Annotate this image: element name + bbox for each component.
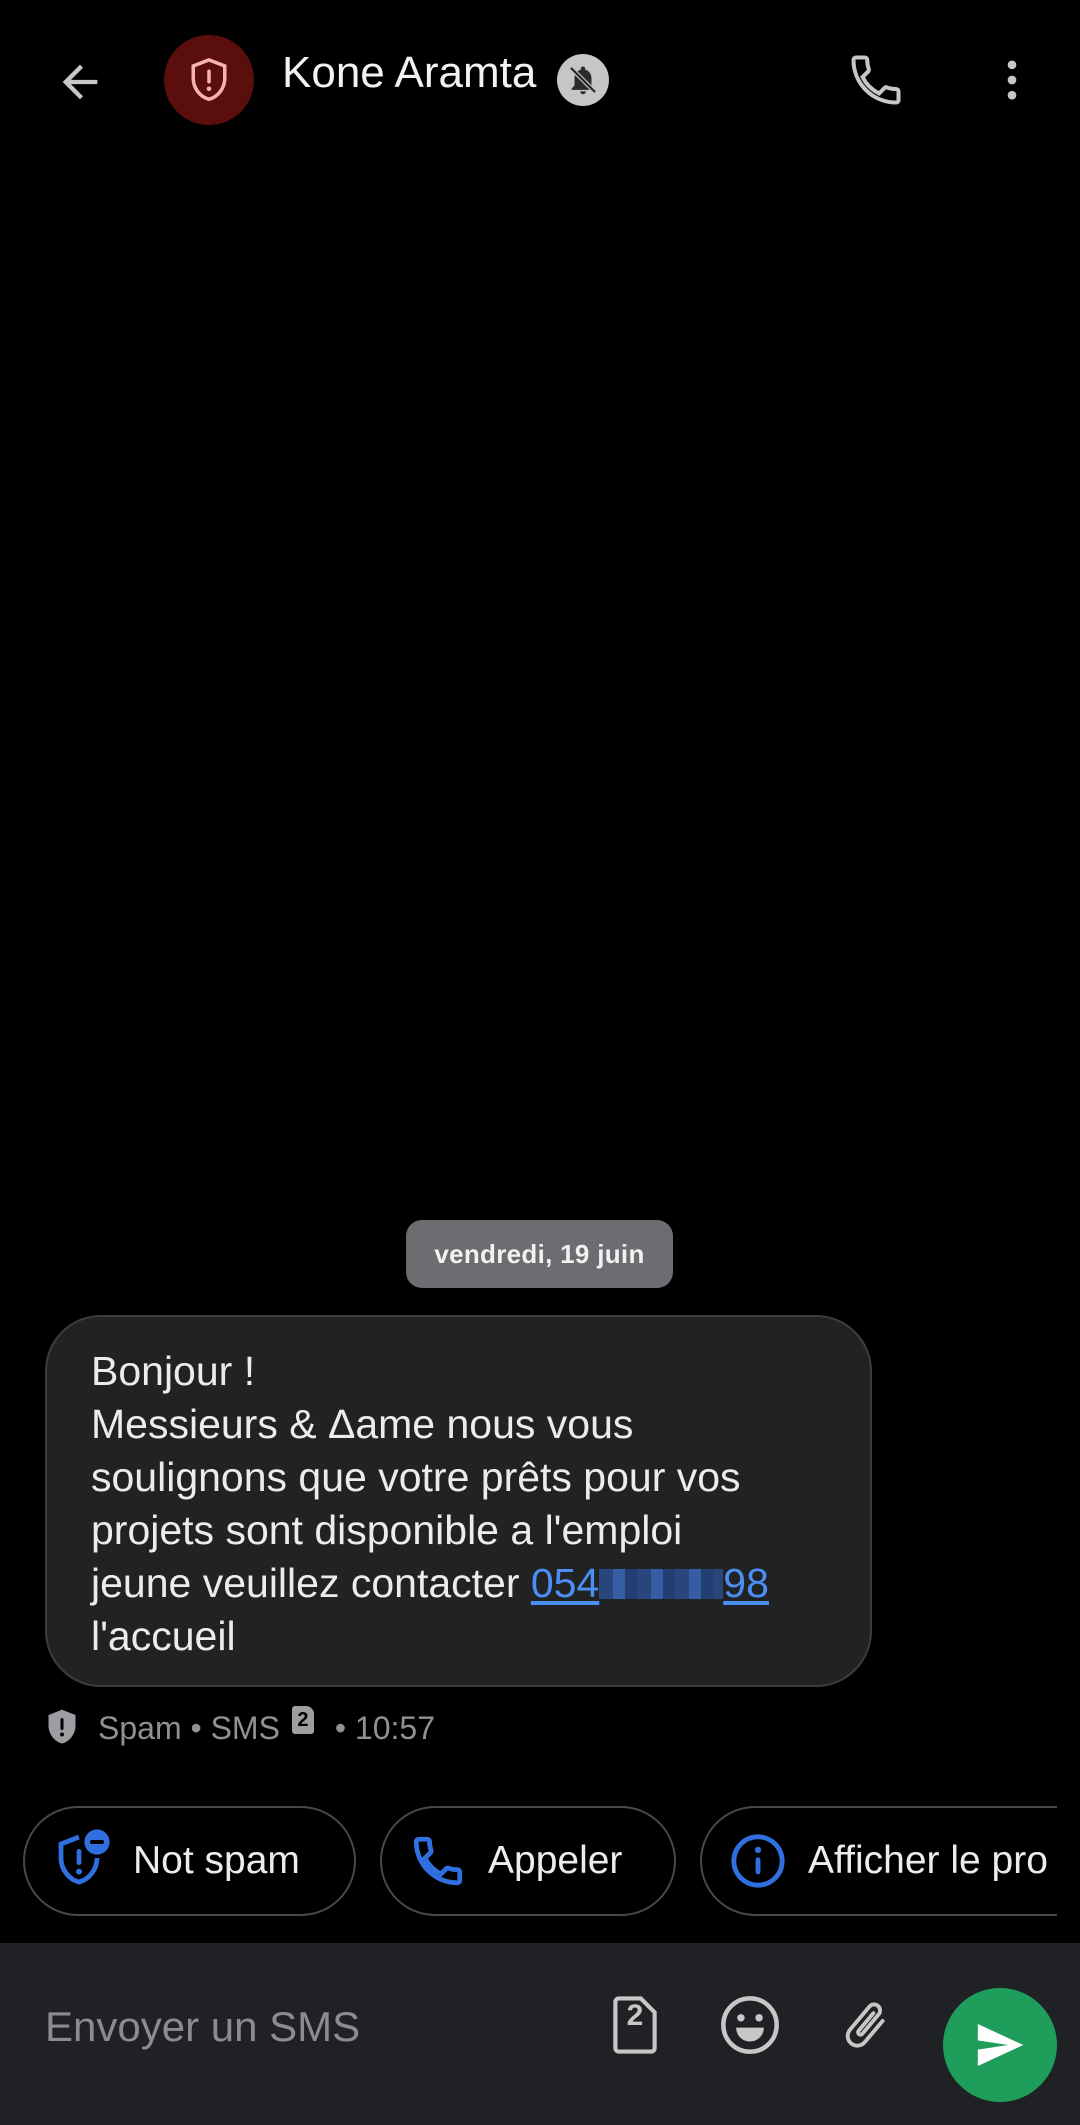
not-spam-chip[interactable]: Not spam xyxy=(23,1806,356,1916)
message-channel: SMS xyxy=(210,1709,280,1746)
send-button[interactable] xyxy=(943,1988,1057,2102)
message-line: projets sont disponible a l'emploi xyxy=(91,1507,683,1553)
attach-button[interactable] xyxy=(827,1983,903,2067)
bell-off-icon xyxy=(569,66,597,95)
meta-separator: • xyxy=(181,1709,211,1746)
meta-separator: • xyxy=(325,1709,355,1746)
redacted-digits xyxy=(599,1569,724,1599)
phone-icon xyxy=(408,1831,468,1891)
attach-icon xyxy=(845,2002,885,2048)
back-button[interactable] xyxy=(38,40,122,124)
incoming-message-bubble[interactable]: Bonjour ! Messieurs & Δame nous vous sou… xyxy=(45,1315,872,1687)
sim-card-icon: 2 xyxy=(291,1706,314,1734)
spam-shield-icon xyxy=(44,1707,82,1749)
chip-label: Afficher le pro xyxy=(808,1839,1048,1882)
message-meta: Spam • SMS 2 • 10:57 xyxy=(44,1700,435,1756)
messages-screen: Kone Aramta vendredi, 19 juin Bonjour ! … xyxy=(0,0,1080,2125)
phone-number-end: 98 xyxy=(723,1560,769,1606)
call-button[interactable] xyxy=(834,38,918,122)
phone-number-link[interactable]: 054 98 xyxy=(531,1560,769,1606)
send-icon xyxy=(977,2024,1024,2066)
message-text: Bonjour ! Messieurs & Δame nous vous sou… xyxy=(91,1345,830,1663)
sms-input[interactable]: Envoyer un SMS xyxy=(45,2003,360,2051)
message-time: 10:57 xyxy=(354,1709,435,1746)
message-line: soulignons que votre prêts pour vos xyxy=(91,1454,741,1500)
call-chip[interactable]: Appeler xyxy=(380,1806,676,1916)
view-profile-chip[interactable]: Afficher le pro xyxy=(700,1806,1057,1916)
info-icon xyxy=(728,1831,788,1891)
message-line: Bonjour ! xyxy=(91,1348,256,1394)
contact-avatar[interactable] xyxy=(164,35,254,125)
spam-status: Spam xyxy=(98,1709,182,1746)
notifications-muted-badge xyxy=(557,54,609,106)
phone-icon xyxy=(851,55,901,105)
emoji-icon xyxy=(721,1996,779,2054)
chip-label: Appeler xyxy=(488,1839,623,1882)
sim-number: 2 xyxy=(626,1999,644,2032)
compose-bar: Envoyer un SMS 2 xyxy=(0,1943,1080,2125)
sim-select-button[interactable]: 2 xyxy=(598,1983,672,2067)
shield-minus-icon xyxy=(53,1829,113,1891)
spam-shield-icon xyxy=(191,57,227,102)
contact-name[interactable]: Kone Aramta xyxy=(282,48,536,98)
more-options-button[interactable] xyxy=(970,38,1054,122)
message-line: jeune veuillez contacter 054 98 xyxy=(91,1557,830,1610)
message-line: Messieurs & Δame nous vous xyxy=(91,1401,634,1447)
message-line-text: jeune veuillez contacter xyxy=(91,1560,531,1606)
chip-label: Not spam xyxy=(133,1839,300,1882)
arrow-back-icon xyxy=(62,64,98,100)
suggestion-chips: Not spam Appeler Afficher le pro xyxy=(0,1806,1057,1920)
emoji-button[interactable] xyxy=(712,1983,788,2067)
top-app-bar: Kone Aramta xyxy=(0,0,1080,160)
more-vert-icon xyxy=(1007,60,1017,100)
date-divider: vendredi, 19 juin xyxy=(406,1220,673,1288)
phone-number-start: 054 xyxy=(530,1560,600,1606)
message-line: l'accueil xyxy=(91,1613,236,1659)
